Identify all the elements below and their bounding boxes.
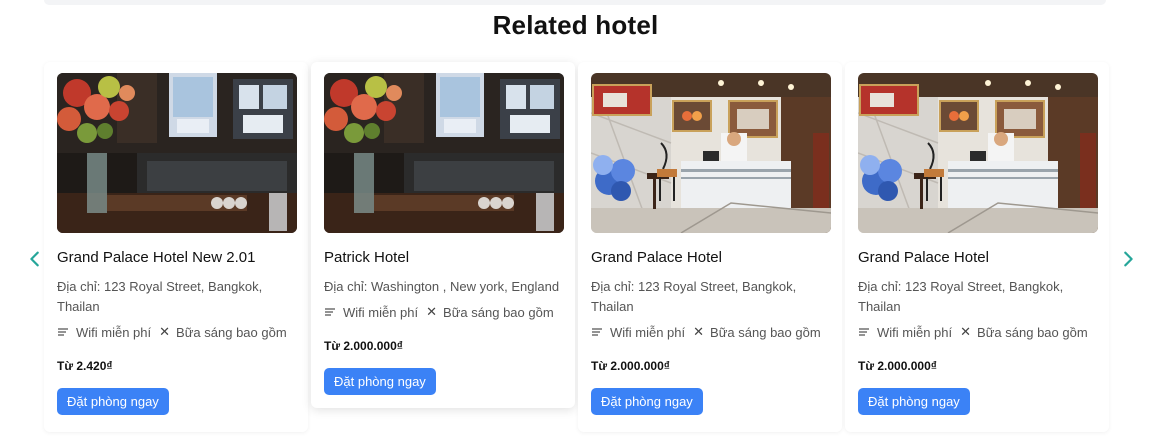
reception-desk-photo: [591, 73, 831, 233]
hotel-photo[interactable]: [57, 73, 297, 233]
hotel-name[interactable]: Grand Palace Hotel: [591, 249, 722, 266]
reception-desk-photo: [858, 73, 1098, 233]
hotel-address: Địa chỉ: Washington , New york, England: [324, 279, 560, 294]
hotel-photo[interactable]: [324, 73, 564, 233]
wifi-icon: [324, 306, 336, 318]
amenity-breakfast: Bữa sáng bao gồm: [977, 324, 1088, 340]
amenity-breakfast: Bữa sáng bao gồm: [176, 324, 287, 340]
hotel-address: Địa chỉ: 123 Royal Street, Bangkok, Thai…: [858, 279, 1064, 314]
wifi-icon: [591, 326, 603, 338]
hotel-card[interactable]: Grand Palace Hotel Địa chỉ: 123 Royal Str…: [578, 62, 842, 432]
book-now-button[interactable]: Đặt phòng ngay: [324, 368, 436, 395]
amenity-wifi: Wifi miễn phí: [343, 304, 419, 320]
hotel-price: Từ 2.000.000₫: [591, 359, 670, 373]
book-now-button[interactable]: Đặt phòng ngay: [858, 388, 970, 415]
close-icon: ✕: [960, 324, 972, 339]
hotel-amenities: Wifi miễn phí ✕ Bữa sáng bao gồm: [57, 324, 287, 340]
wifi-icon: [858, 326, 870, 338]
hotel-amenities: Wifi miễn phí ✕ Bữa sáng bao gồm: [591, 324, 821, 340]
hotel-photo[interactable]: [858, 73, 1098, 233]
book-now-button[interactable]: Đặt phòng ngay: [57, 388, 169, 415]
carousel-next-button[interactable]: [1115, 246, 1141, 272]
chevron-left-icon: [30, 251, 39, 267]
hotel-name[interactable]: Grand Palace Hotel: [858, 249, 989, 266]
section-title: Related hotel: [492, 10, 659, 40]
hotel-name[interactable]: Patrick Hotel: [324, 249, 409, 266]
lobby-flowers-photo: [324, 73, 564, 233]
hotel-price: Từ 2.000.000₫: [324, 339, 403, 353]
hotel-price: Từ 2.420₫: [57, 359, 113, 373]
hotel-amenities: Wifi miễn phí ✕ Bữa sáng bao gồm: [858, 324, 1088, 340]
lobby-flowers-photo: [57, 73, 297, 233]
hotel-price: Từ 2.000.000₫: [858, 359, 937, 373]
hotel-address: Địa chỉ: 123 Royal Street, Bangkok, Thai…: [591, 279, 797, 314]
close-icon: ✕: [693, 324, 705, 339]
hotel-name[interactable]: Grand Palace Hotel New 2.01: [57, 249, 255, 266]
book-now-button[interactable]: Đặt phòng ngay: [591, 388, 703, 415]
hotel-amenities: Wifi miễn phí ✕ Bữa sáng bao gồm: [324, 304, 554, 320]
close-icon: ✕: [159, 324, 171, 339]
hotel-card[interactable]: Grand Palace Hotel New 2.01 Địa chỉ: 123 …: [44, 62, 308, 432]
previous-section-edge: [44, 0, 1106, 5]
amenity-wifi: Wifi miễn phí: [877, 324, 953, 340]
wifi-icon: [57, 326, 69, 338]
amenity-wifi: Wifi miễn phí: [76, 324, 152, 340]
amenity-wifi: Wifi miễn phí: [610, 324, 686, 340]
hotel-address: Địa chỉ: 123 Royal Street, Bangkok, Thai…: [57, 279, 263, 314]
amenity-breakfast: Bữa sáng bao gồm: [443, 304, 554, 320]
amenity-breakfast: Bữa sáng bao gồm: [710, 324, 821, 340]
close-icon: ✕: [426, 304, 438, 319]
chevron-right-icon: [1124, 251, 1133, 267]
hotel-card[interactable]: Patrick Hotel Địa chỉ: Washington , New y…: [311, 62, 575, 408]
hotel-card[interactable]: Grand Palace Hotel Địa chỉ: 123 Royal Str…: [845, 62, 1109, 432]
hotel-photo[interactable]: [591, 73, 831, 233]
